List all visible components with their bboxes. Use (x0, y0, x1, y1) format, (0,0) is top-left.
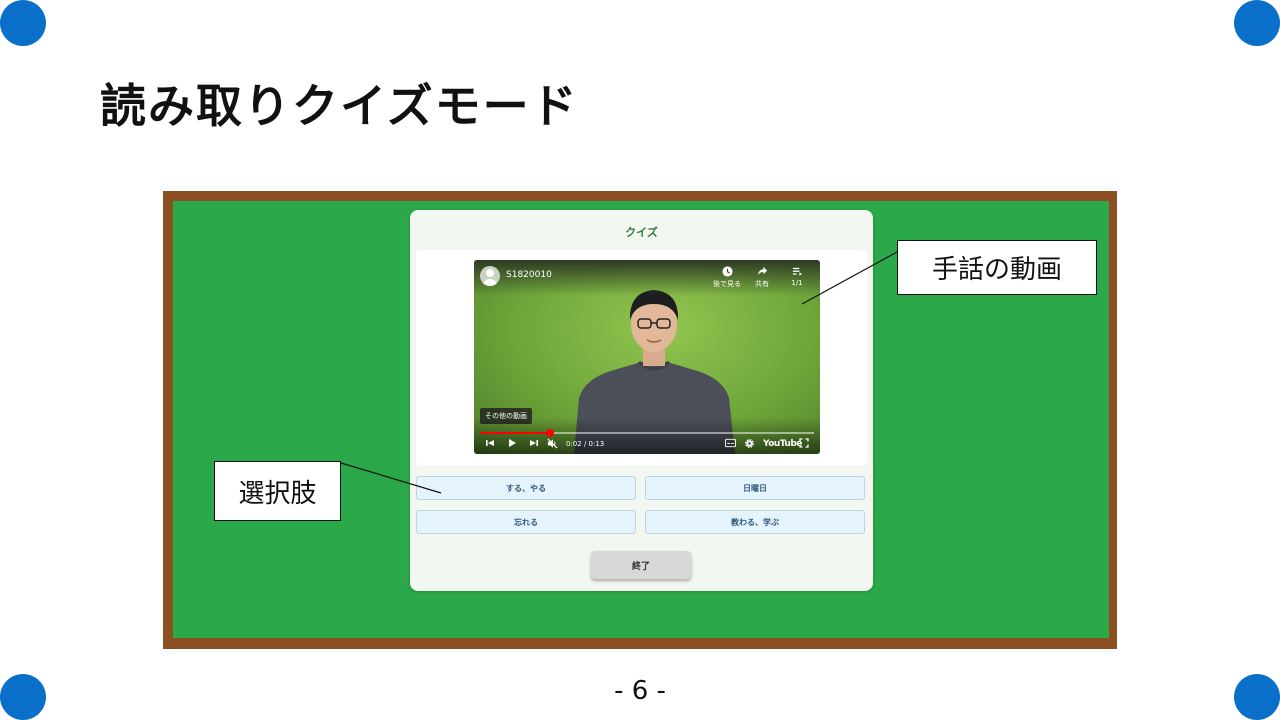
video-callout: 手話の動画 (897, 240, 1097, 295)
choices-callout-line (340, 462, 442, 494)
callout-leader-lines (340, 251, 898, 494)
video-callout-line (801, 251, 898, 305)
page-number: - 6 - (614, 676, 666, 706)
choices-callout: 選択肢 (214, 461, 341, 521)
